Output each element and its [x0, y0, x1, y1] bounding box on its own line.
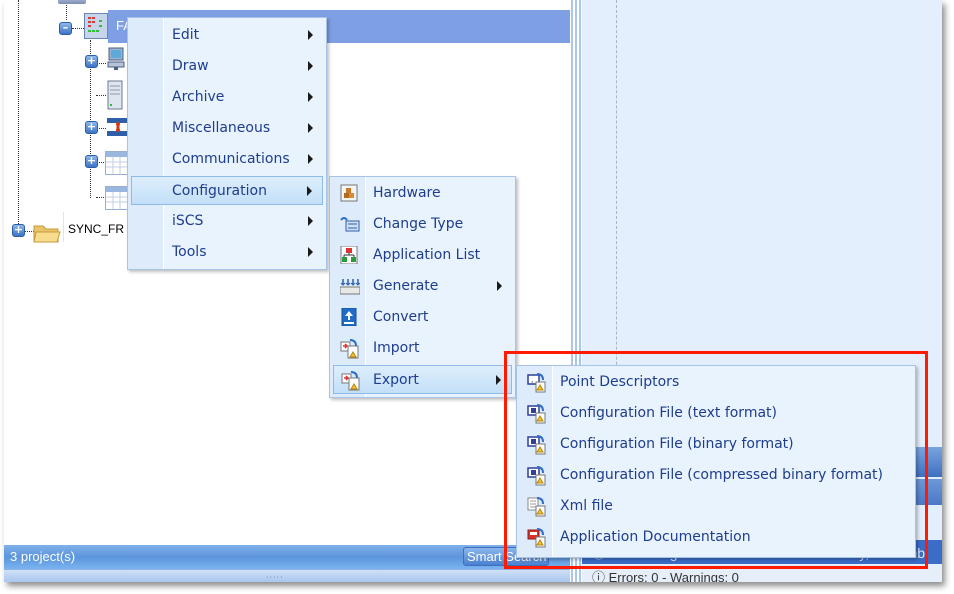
network-icon	[107, 116, 129, 138]
submenu-arrow-icon	[307, 186, 312, 196]
menu-item-iscs[interactable]: iSCS	[131, 207, 323, 236]
expand-toggle[interactable]: +	[85, 121, 98, 134]
menu-item-convert[interactable]: Convert	[333, 303, 512, 332]
menu-item-label: Application List	[373, 247, 481, 263]
menu-item-label: iSCS	[172, 213, 204, 229]
submenu-arrow-icon	[308, 216, 313, 226]
tree-connector	[96, 95, 106, 96]
submenu-arrow-icon	[308, 123, 313, 133]
submenu-arrow-icon	[308, 61, 313, 71]
tree-connector	[18, 0, 19, 230]
project-count: 3 project(s)	[10, 549, 76, 564]
menu-item-configuration[interactable]: Configuration	[131, 176, 323, 205]
workstation-icon	[107, 47, 125, 71]
panel-resize-handle[interactable]: ·····	[4, 569, 570, 582]
tree-node-label[interactable]: SYNC_FR	[68, 222, 124, 236]
menu-item-edit[interactable]: Edit	[131, 21, 323, 50]
folder-icon	[32, 222, 62, 244]
submenu-arrow-icon	[308, 30, 313, 40]
context-menu: Edit Draw Archive Miscellaneous Communic…	[127, 17, 327, 270]
annotation-highlight-box	[504, 351, 928, 569]
submenu-arrow-icon	[308, 247, 313, 257]
menu-item-label: Export	[373, 372, 419, 388]
menu-item-label: Hardware	[373, 185, 441, 201]
server-icon	[107, 80, 123, 110]
menu-item-label: Draw	[172, 58, 209, 74]
import-icon	[340, 339, 359, 359]
tree-connector	[72, 28, 84, 29]
menu-item-export[interactable]: Export	[333, 365, 512, 394]
expand-toggle[interactable]: +	[85, 55, 98, 68]
convert-icon	[340, 307, 358, 327]
info-icon: ⓘ	[592, 570, 609, 582]
menu-item-miscellaneous[interactable]: Miscellaneous	[131, 114, 323, 143]
divider	[63, 212, 64, 242]
menu-item-draw[interactable]: Draw	[131, 52, 323, 81]
expand-toggle[interactable]: +	[12, 224, 25, 237]
menu-item-label: Generate	[373, 278, 439, 294]
menu-item-application-list[interactable]: Application List	[333, 241, 512, 270]
table-icon	[105, 151, 129, 175]
generate-icon	[339, 277, 361, 295]
hardware-icon	[340, 184, 358, 202]
menu-item-archive[interactable]: Archive	[131, 83, 323, 112]
log-text: Errors: 0 - Warnings: 0	[608, 570, 739, 582]
menu-item-hardware[interactable]: Hardware	[333, 179, 512, 208]
collapse-toggle[interactable]: –	[59, 22, 72, 35]
node-icon	[58, 0, 86, 4]
submenu-arrow-icon	[308, 92, 313, 102]
menu-item-label: Configuration	[172, 183, 267, 199]
menu-item-label: Import	[373, 340, 420, 356]
menu-item-label: Tools	[172, 244, 207, 260]
status-bar: 3 project(s) Smart Search	[4, 545, 570, 569]
menu-item-change-type[interactable]: Change Type	[333, 210, 512, 239]
submenu-arrow-icon	[308, 154, 313, 164]
menu-item-label: Edit	[172, 27, 200, 43]
expand-toggle[interactable]: +	[85, 155, 98, 168]
submenu-arrow-icon	[497, 281, 502, 291]
menu-item-tools[interactable]: Tools	[131, 238, 323, 267]
menu-item-import[interactable]: Import	[333, 334, 512, 363]
table-icon	[105, 186, 129, 210]
change-type-icon	[340, 215, 360, 233]
menu-item-label: Communications	[172, 151, 290, 167]
menu-item-communications[interactable]: Communications	[131, 145, 323, 174]
menu-item-generate[interactable]: Generate	[333, 272, 512, 301]
menu-item-label: Archive	[172, 89, 225, 105]
application-list-icon	[340, 245, 358, 265]
export-icon	[341, 371, 360, 391]
submenu-arrow-icon	[496, 375, 501, 385]
menu-item-label: Change Type	[373, 216, 464, 232]
menu-item-label: Miscellaneous	[172, 120, 271, 136]
configuration-submenu: Hardware Change Type Application List Ge…	[329, 176, 516, 398]
rack-icon	[84, 13, 108, 39]
menu-item-label: Convert	[373, 309, 429, 325]
grip-icon: ·····	[266, 573, 284, 582]
